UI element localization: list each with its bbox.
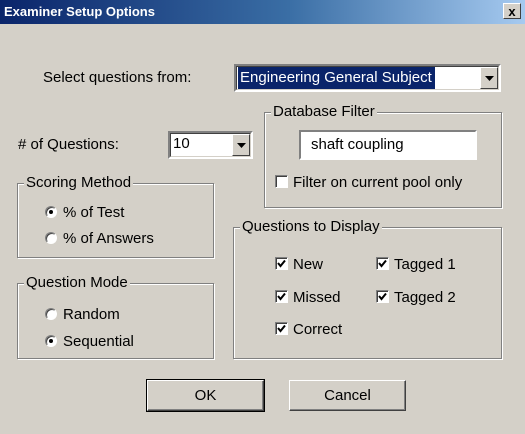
subject-dropdown-value: Engineering General Subject (238, 67, 435, 89)
checkbox-checked-icon (275, 257, 288, 270)
checkbox-checked-icon (376, 290, 389, 303)
display-tagged1-checkbox[interactable]: Tagged 1 (376, 256, 456, 273)
display-missed-checkbox[interactable]: Missed (275, 289, 341, 306)
radio-unselected-icon (45, 308, 57, 320)
chevron-down-icon (237, 143, 246, 148)
mode-random-radio[interactable]: Random (45, 306, 120, 323)
chevron-down-icon (485, 76, 494, 81)
question-mode-title: Question Mode (24, 274, 130, 291)
num-questions-value: 10 (173, 135, 190, 152)
ok-button[interactable]: OK (146, 379, 265, 412)
display-correct-label: Correct (293, 321, 343, 338)
scoring-percent-test-radio[interactable]: % of Test (45, 204, 124, 221)
scoring-percent-answers-label: % of Answers (63, 230, 154, 247)
checkbox-checked-icon (376, 257, 389, 270)
display-tagged2-checkbox[interactable]: Tagged 2 (376, 289, 456, 306)
close-button[interactable]: x (503, 3, 521, 19)
num-questions-label: # of Questions: (18, 136, 119, 153)
cancel-button[interactable]: Cancel (289, 380, 406, 411)
num-questions-dropdown[interactable]: 10 (168, 131, 253, 159)
display-correct-checkbox[interactable]: Correct (275, 321, 342, 338)
filter-pool-only-label: Filter on current pool only (293, 174, 463, 191)
checkbox-checked-icon (275, 322, 288, 335)
radio-selected-icon (45, 206, 57, 218)
display-tagged2-label: Tagged 2 (394, 289, 456, 306)
question-mode-group: Question Mode Random Sequential (17, 274, 214, 359)
title-bar: Examiner Setup Options x (0, 0, 525, 24)
num-questions-dropdown-button[interactable] (232, 134, 250, 156)
mode-random-label: Random (63, 306, 120, 323)
scoring-method-group: Scoring Method % of Test % of Answers (17, 174, 214, 258)
radio-unselected-icon (45, 232, 57, 244)
window-title: Examiner Setup Options (4, 4, 155, 19)
scoring-method-title: Scoring Method (24, 174, 134, 191)
cancel-button-label: Cancel (324, 387, 371, 404)
database-filter-group: Database Filter shaft coupling Filter on… (264, 103, 502, 208)
close-icon: x (508, 4, 516, 19)
subject-dropdown[interactable]: Engineering General Subject (234, 64, 501, 92)
checkbox-icon (275, 175, 288, 188)
questions-to-display-title: Questions to Display (240, 218, 382, 235)
radio-selected-icon (45, 335, 57, 347)
database-filter-input[interactable]: shaft coupling (299, 130, 477, 160)
display-missed-label: Missed (293, 289, 341, 306)
display-new-checkbox[interactable]: New (275, 256, 323, 273)
ok-button-label: OK (194, 387, 217, 404)
mode-sequential-label: Sequential (63, 333, 134, 350)
subject-dropdown-button[interactable] (480, 67, 498, 89)
database-filter-title: Database Filter (271, 103, 377, 120)
filter-pool-only-checkbox[interactable]: Filter on current pool only (275, 174, 462, 191)
scoring-percent-test-label: % of Test (63, 204, 125, 221)
questions-to-display-group: Questions to Display New Tagged 1 Missed… (233, 218, 502, 359)
checkbox-checked-icon (275, 290, 288, 303)
scoring-percent-answers-radio[interactable]: % of Answers (45, 230, 154, 247)
display-tagged1-label: Tagged 1 (394, 256, 456, 273)
display-new-label: New (293, 256, 324, 273)
mode-sequential-radio[interactable]: Sequential (45, 333, 134, 350)
database-filter-value: shaft coupling (311, 136, 404, 153)
select-questions-label: Select questions from: (43, 69, 192, 86)
